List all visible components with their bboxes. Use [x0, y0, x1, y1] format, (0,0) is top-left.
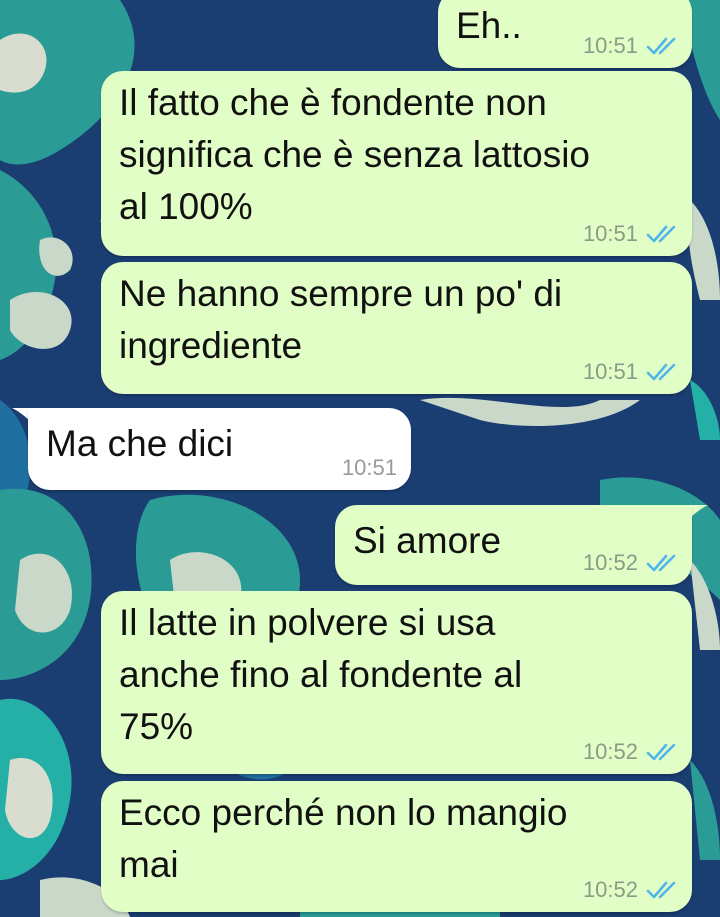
double-check-icon	[646, 743, 676, 761]
message-meta: 10:51	[342, 456, 397, 480]
message-text: Ne hanno sempre un po' di ingrediente	[119, 273, 563, 366]
message-meta: 10:52	[583, 551, 678, 575]
message-time: 10:52	[582, 877, 638, 902]
message-text: Si amore	[353, 520, 502, 561]
message-meta: 10:51	[583, 34, 678, 58]
message-bubble-outgoing[interactable]: Si amore 10:52	[335, 505, 692, 585]
message-text: Il fatto che è fondente non significa ch…	[119, 82, 590, 227]
message-bubble-incoming[interactable]: Ma che dici 10:51	[28, 408, 411, 490]
message-meta: 10:51	[583, 360, 678, 384]
double-check-icon	[646, 881, 676, 899]
message-meta: 10:52	[583, 740, 678, 764]
message-time: 10:51	[582, 359, 638, 384]
message-time: 10:52	[582, 739, 638, 764]
message-time: 10:51	[582, 221, 638, 246]
double-check-icon	[646, 363, 676, 381]
message-bubble-outgoing[interactable]: Il fatto che è fondente non significa ch…	[101, 71, 692, 256]
message-text: Eh..	[456, 5, 522, 46]
message-text: Ecco perché non lo mangio mai	[119, 792, 568, 885]
message-meta: 10:51	[583, 222, 678, 246]
message-time: 10:52	[582, 550, 638, 575]
double-check-icon	[646, 225, 676, 243]
chat-view[interactable]: Eh.. 10:51 Il fatto che è fondente non s…	[0, 0, 720, 917]
message-text: Ma che dici	[46, 423, 234, 464]
message-time: 10:51	[341, 455, 397, 480]
message-text: Il latte in polvere si usa anche fino al…	[119, 602, 523, 747]
message-bubble-outgoing[interactable]: Eh.. 10:51	[438, 0, 692, 68]
double-check-icon	[646, 554, 676, 572]
message-bubble-outgoing[interactable]: Ne hanno sempre un po' di ingrediente 10…	[101, 262, 692, 394]
message-bubble-outgoing[interactable]: Il latte in polvere si usa anche fino al…	[101, 591, 692, 774]
double-check-icon	[646, 37, 676, 55]
message-bubble-outgoing[interactable]: Ecco perché non lo mangio mai 10:52	[101, 781, 692, 912]
message-time: 10:51	[582, 33, 638, 58]
message-meta: 10:52	[583, 878, 678, 902]
